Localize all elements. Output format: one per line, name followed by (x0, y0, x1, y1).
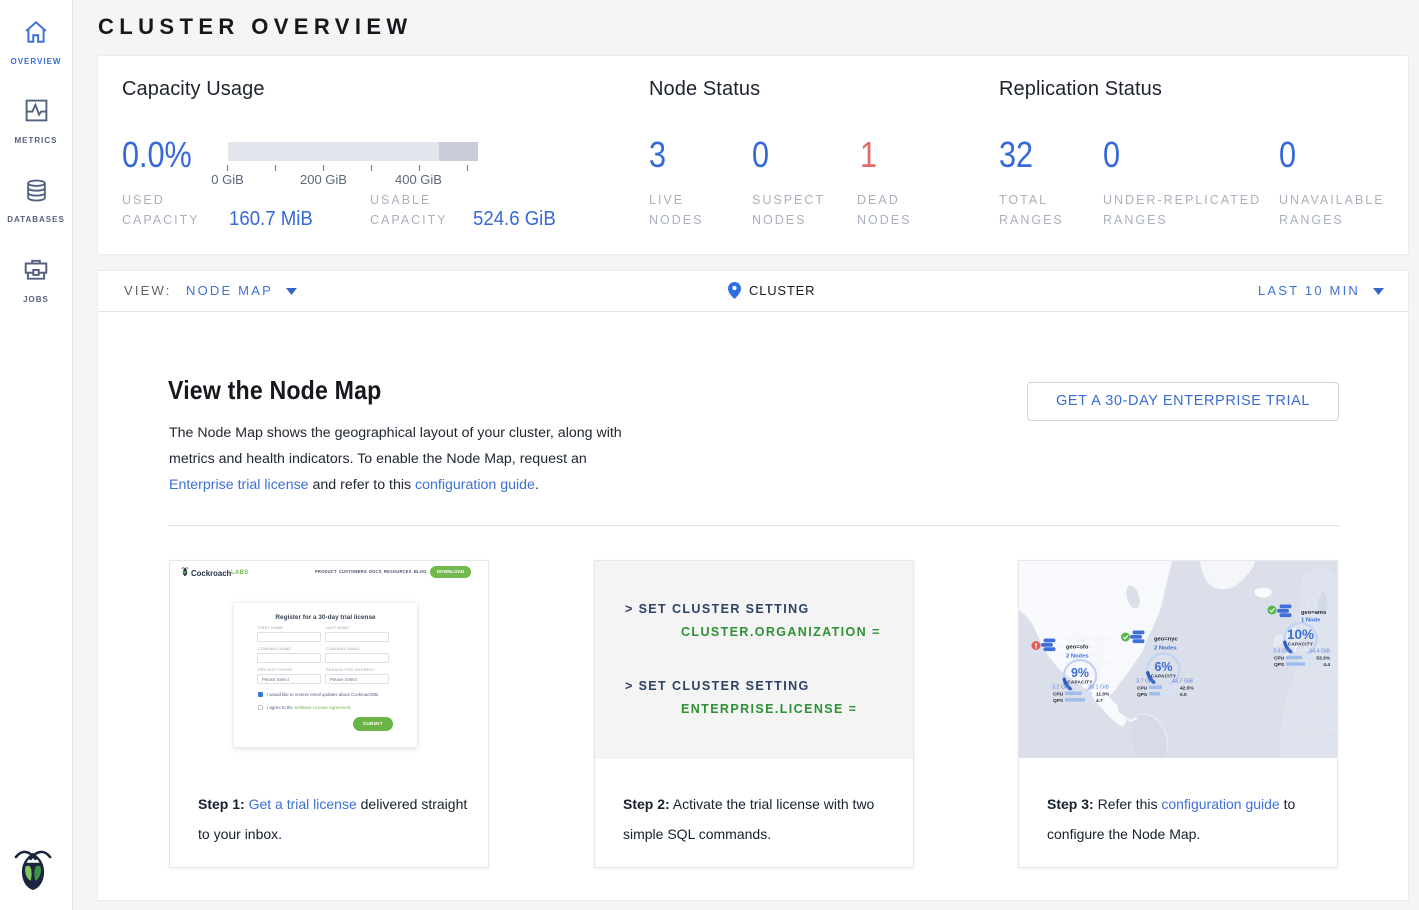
svg-text:3.7 GiB: 3.7 GiB (1136, 679, 1154, 685)
svg-text:CAPACITY: CAPACITY (1288, 642, 1314, 647)
svg-text:53.3%: 53.3% (1316, 656, 1330, 662)
svg-text:1 Node: 1 Node (1301, 618, 1321, 624)
svg-text:QPS: QPS (1274, 662, 1285, 668)
svg-text:10%: 10% (1287, 627, 1314, 642)
svg-text:2 Nodes: 2 Nodes (1066, 654, 1089, 660)
svg-text:CPU: CPU (1137, 685, 1148, 691)
svg-text:0.0: 0.0 (1180, 692, 1187, 698)
svg-text:9%: 9% (1071, 666, 1089, 680)
svg-text:4.4: 4.4 (1323, 662, 1330, 668)
svg-text:geo=ams: geo=ams (1301, 610, 1326, 616)
svg-text:3.2 GiB: 3.2 GiB (1052, 685, 1070, 691)
svg-text:CPU: CPU (1053, 691, 1064, 697)
svg-text:43.7 GiB: 43.7 GiB (1172, 679, 1193, 685)
svg-text:QPS: QPS (1137, 692, 1148, 698)
svg-text:geo=nyc: geo=nyc (1154, 637, 1178, 643)
svg-text:QPS: QPS (1053, 698, 1064, 704)
svg-text:3.6 GiB: 3.6 GiB (1273, 649, 1291, 655)
svg-text:34.4 GiB: 34.4 GiB (1309, 649, 1330, 655)
svg-text:2 Nodes: 2 Nodes (1154, 646, 1177, 652)
svg-text:geo=sfo: geo=sfo (1066, 645, 1089, 651)
svg-text:4.7: 4.7 (1096, 698, 1103, 704)
svg-text:11.0%: 11.0% (1096, 691, 1110, 697)
svg-text:42.5%: 42.5% (1180, 685, 1194, 691)
svg-text:6%: 6% (1154, 660, 1172, 674)
svg-text:35.1 GiB: 35.1 GiB (1088, 685, 1109, 691)
svg-text:CPU: CPU (1274, 656, 1285, 662)
